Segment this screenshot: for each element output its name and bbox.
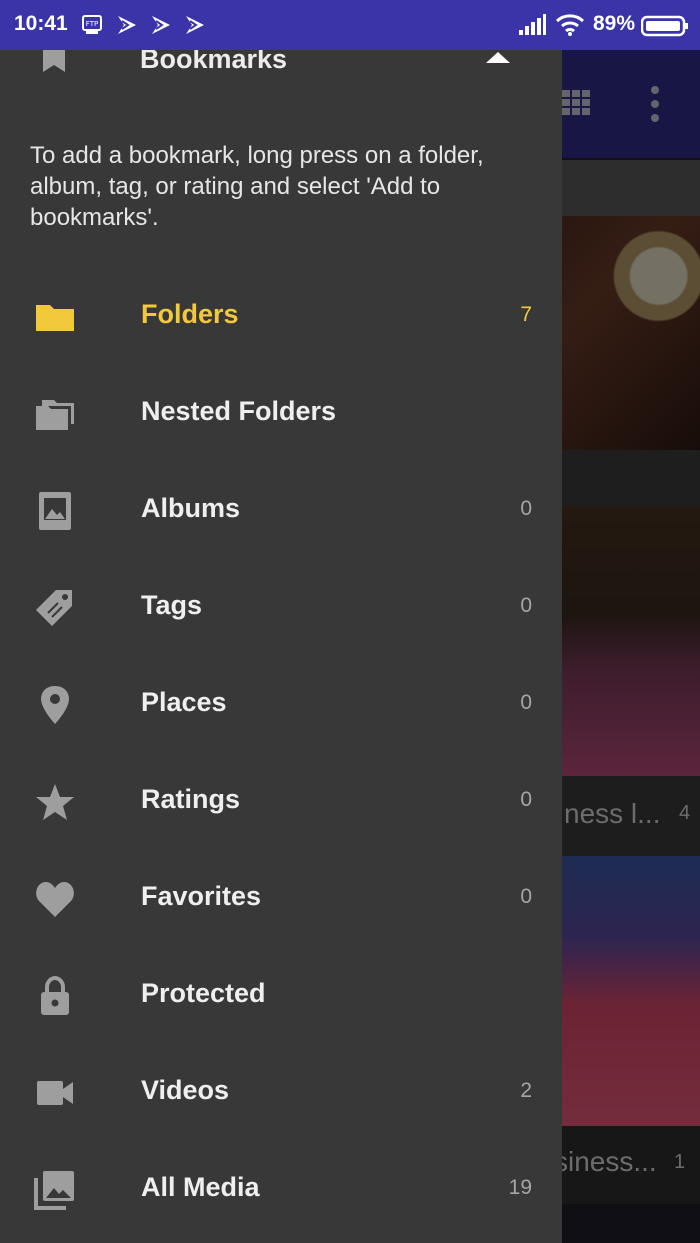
drawer-item-label: Videos <box>141 1075 230 1105</box>
bookmark-icon <box>40 50 68 74</box>
drawer-item-protected[interactable]: Protected <box>0 946 562 1043</box>
bookmarks-hint: To add a bookmark, long press on a folde… <box>30 142 484 231</box>
drawer-item-label: Favorites <box>141 881 262 911</box>
drawer-item-videos[interactable]: Videos 2 <box>0 1043 562 1140</box>
drawer-item-count: 2 <box>520 1079 532 1102</box>
battery-icon <box>641 15 689 37</box>
app-notification-icon <box>150 14 172 36</box>
place-pin-icon <box>34 685 76 725</box>
bookmarks-header[interactable]: Bookmarks <box>0 50 562 78</box>
status-bar: 10:41 FTP 89% <box>0 0 700 50</box>
drawer-item-count: 0 <box>520 691 532 714</box>
svg-text:FTP: FTP <box>86 20 98 28</box>
signal-icon <box>518 14 546 36</box>
drawer-item-tags[interactable]: Tags 0 <box>0 558 562 655</box>
drawer-item-label: All Media <box>141 1172 260 1202</box>
wifi-icon <box>555 13 585 36</box>
battery-percent: 89% <box>593 12 636 35</box>
collapse-arrow-icon[interactable] <box>486 52 510 63</box>
folder-icon <box>34 297 76 337</box>
tag-icon <box>34 588 76 628</box>
drawer-item-folders[interactable]: Folders 7 <box>0 267 562 364</box>
drawer-item-favorites[interactable]: Favorites 0 <box>0 849 562 946</box>
drawer-item-label: Albums <box>141 493 241 523</box>
drawer-item-count: 0 <box>520 788 532 811</box>
app-notification-icon <box>184 14 206 36</box>
app-notification-icon <box>116 14 138 36</box>
drawer-item-label: Nested Folders <box>141 396 337 426</box>
video-camera-icon <box>34 1073 76 1113</box>
drawer-item-count: 0 <box>520 885 532 908</box>
bookmarks-title: Bookmarks <box>140 50 288 74</box>
drawer-item-count: 0 <box>520 497 532 520</box>
navigation-drawer: Bookmarks To add a bookmark, long press … <box>0 50 562 1243</box>
lock-icon <box>34 976 76 1016</box>
drawer-item-count: 19 <box>508 1176 532 1199</box>
drawer-item-count: 7 <box>520 303 532 326</box>
album-icon <box>34 491 76 531</box>
drawer-item-label: Tags <box>141 590 203 620</box>
drawer-item-places[interactable]: Places 0 <box>0 655 562 752</box>
drawer-item-label: Protected <box>141 978 266 1008</box>
heart-icon <box>34 879 76 919</box>
status-time: 10:41 <box>14 12 68 35</box>
star-icon <box>34 782 76 822</box>
drawer-item-count: 0 <box>520 594 532 617</box>
drawer-item-label: Folders <box>141 299 239 329</box>
drawer-item-albums[interactable]: Albums 0 <box>0 461 562 558</box>
drawer-item-label: Ratings <box>141 784 241 814</box>
drawer-item-label: Places <box>141 687 227 717</box>
drawer-item-ratings[interactable]: Ratings 0 <box>0 752 562 849</box>
ftp-icon: FTP <box>82 14 102 36</box>
nested-folders-icon <box>34 394 76 434</box>
drawer-item-all-media[interactable]: All Media 19 <box>0 1140 562 1237</box>
drawer-item-nested-folders[interactable]: Nested Folders <box>0 364 562 461</box>
all-media-icon <box>34 1170 76 1210</box>
